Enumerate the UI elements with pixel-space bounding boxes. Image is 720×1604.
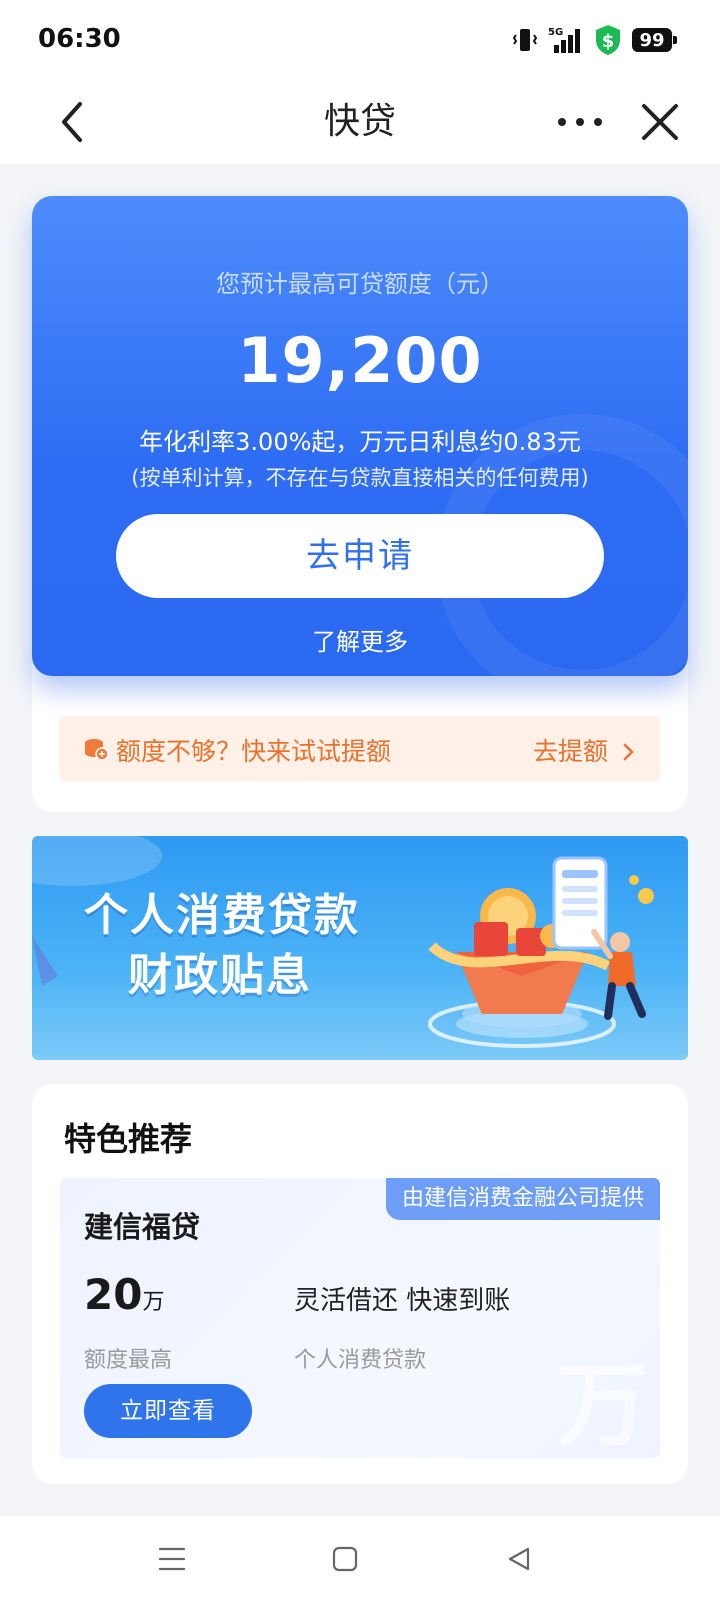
- product-feature: 灵活借还 快速到账: [294, 1286, 511, 1316]
- limit-value: 20: [84, 1270, 143, 1319]
- banner-line-1: 个人消费贷款: [84, 890, 360, 941]
- quota-prompt: 额度不够？快来试试提额: [116, 737, 392, 766]
- page-title: 快贷: [323, 101, 396, 142]
- status-bar: 06:30 5G $ 99: [0, 0, 720, 80]
- limit-label: 额度最高: [84, 1348, 173, 1373]
- subsidy-banner[interactable]: 个人消费贷款 财政贴息: [32, 836, 688, 1060]
- home-icon[interactable]: [332, 1546, 358, 1572]
- featured-section: 特色推荐 万 由建信消费金融公司提供 建信福贷 20万 额度最高 灵活借还 快速…: [32, 1084, 688, 1484]
- credit-limit-panel: 您预计最高可贷额度（元） 19,200 年化利率3.00%起，万元日利息约0.8…: [32, 196, 688, 676]
- status-time: 06:30: [38, 24, 121, 54]
- limit-caption: 您预计最高可贷额度（元）: [216, 270, 504, 298]
- apply-button[interactable]: 去申请: [116, 514, 604, 598]
- product-name: 建信福贷: [84, 1210, 201, 1244]
- watermark-graphic: 万: [555, 1352, 648, 1458]
- shield-dollar-icon: $: [596, 25, 620, 55]
- learn-more-link[interactable]: 了解更多: [32, 622, 688, 657]
- back-triangle-icon[interactable]: [506, 1546, 532, 1572]
- provider-tag: 由建信消费金融公司提供: [385, 1178, 660, 1220]
- product-card[interactable]: 万 由建信消费金融公司提供 建信福贷 20万 额度最高 灵活借还 快速到账 个人…: [60, 1178, 660, 1458]
- raise-limit-link[interactable]: 去提额: [533, 732, 636, 768]
- gift-illustration: [428, 856, 654, 1048]
- nav-bar: 快贷: [0, 80, 720, 164]
- status-icons: 5G $ 99: [512, 20, 677, 60]
- system-nav-bar: [0, 1516, 720, 1604]
- section-title: 特色推荐: [64, 1120, 193, 1158]
- view-now-button[interactable]: 立即查看: [84, 1384, 252, 1438]
- menu-icon[interactable]: [158, 1546, 186, 1572]
- battery-indicator: 99: [632, 28, 677, 52]
- interest-note: (按单利计算，不存在与贷款直接相关的任何费用): [131, 466, 589, 490]
- vibrate-icon: [512, 29, 538, 51]
- chevron-right-icon: [623, 743, 634, 761]
- product-type: 个人消费贷款: [294, 1348, 427, 1373]
- coin-stack-icon: [85, 739, 108, 761]
- limit-amount: 19,200: [237, 324, 483, 397]
- quota-increase-bar[interactable]: 额度不够？快来试试提额 去提额: [60, 716, 660, 782]
- signal-5g-icon: 5G: [548, 27, 580, 53]
- svg-text:5G: 5G: [548, 27, 563, 38]
- limit-unit: 万: [142, 1290, 165, 1315]
- close-icon[interactable]: [636, 94, 684, 150]
- banner-title: 个人消费贷款 财政贴息: [84, 886, 360, 1006]
- interest-rate-text: 年化利率3.00%起，万元日利息约0.83元: [139, 428, 581, 456]
- product-limit: 20万: [84, 1270, 164, 1319]
- more-icon[interactable]: [556, 106, 604, 138]
- banner-line-2: 财政贴息: [128, 950, 312, 1001]
- raise-limit-label: 去提额: [533, 737, 609, 766]
- svg-text:$: $: [602, 31, 615, 52]
